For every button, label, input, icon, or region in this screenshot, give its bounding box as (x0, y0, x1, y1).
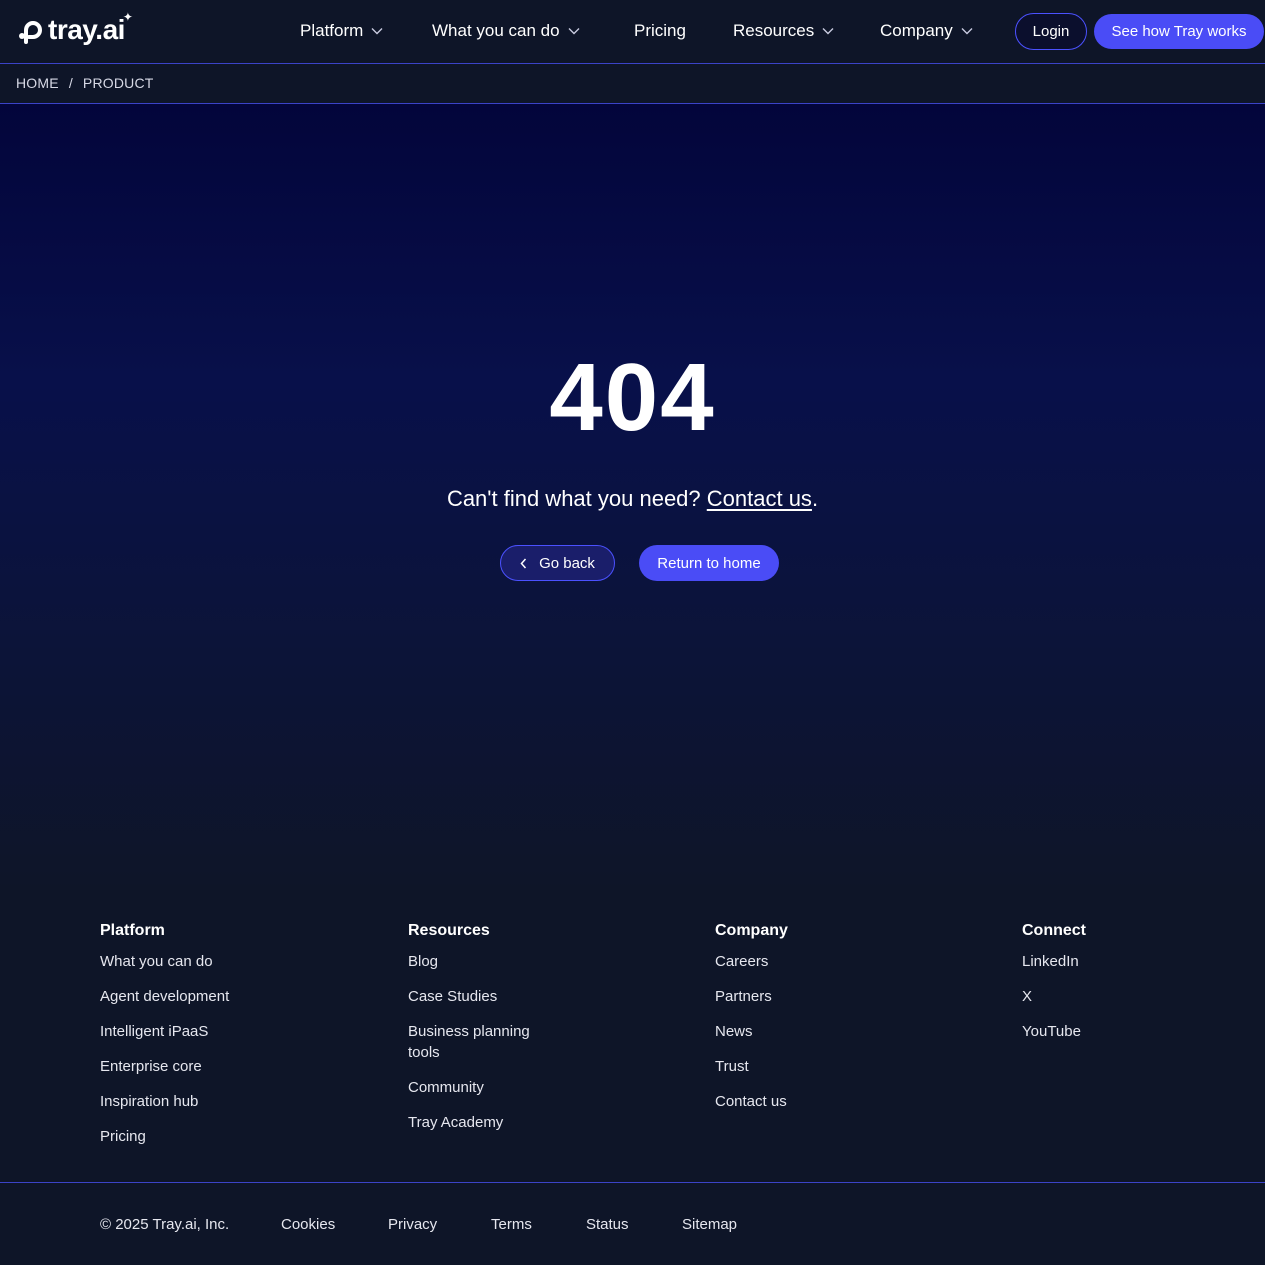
legal-bar: © 2025 Tray.ai, Inc. Cookies Privacy Ter… (0, 1182, 1265, 1265)
nav-resources[interactable]: Resources (733, 19, 834, 43)
breadcrumb-home[interactable]: HOME (16, 75, 59, 91)
legal-link-sitemap[interactable]: Sitemap (682, 1216, 737, 1233)
breadcrumb: HOME / PRODUCT (16, 75, 154, 91)
footer-column-company: Company Careers Partners News Trust Cont… (715, 922, 915, 1126)
error-message: Can't find what you need? Contact us. (0, 486, 1265, 512)
contact-us-link[interactable]: Contact us (707, 486, 812, 511)
footer-link[interactable]: LinkedIn (1022, 951, 1222, 972)
footer-column-connect: Connect LinkedIn X YouTube (1022, 922, 1222, 1056)
footer-link[interactable]: Partners (715, 986, 915, 1007)
error-message-text: Can't find what you need? (446, 486, 707, 511)
error-hero: 404 Can't find what you need? Contact us… (0, 104, 1265, 894)
chevron-left-icon (520, 558, 527, 568)
nav-what-you-can-do[interactable]: What you can do (432, 19, 580, 43)
footer-link[interactable]: Business planning tools (408, 1021, 558, 1063)
footer-column-title: Company (715, 922, 788, 939)
footer-link[interactable]: Inspiration hub (100, 1091, 300, 1112)
error-message-period: . (811, 486, 819, 511)
footer-link[interactable]: Trust (715, 1056, 915, 1077)
error-code: 404 (549, 344, 716, 451)
footer-link[interactable]: Pricing (100, 1126, 300, 1147)
legal-link-privacy[interactable]: Privacy (388, 1216, 437, 1233)
footer-link[interactable]: Tray Academy (408, 1112, 608, 1133)
nav-label: Resources (733, 21, 815, 40)
footer-link[interactable]: Case Studies (408, 986, 608, 1007)
breadcrumb-bar: HOME / PRODUCT (0, 64, 1265, 104)
footer-link[interactable]: Contact us (715, 1091, 915, 1112)
nav-label: Company (880, 21, 953, 40)
footer-link[interactable]: X (1022, 986, 1222, 1007)
tray-logo[interactable]: tray.ai ✦ (16, 10, 133, 48)
nav-label: Platform (300, 21, 364, 40)
sparkle-icon: ✦ (122, 10, 133, 24)
nav-company[interactable]: Company (880, 19, 973, 43)
see-how-tray-works-button[interactable]: See how Tray works (1094, 14, 1264, 49)
nav-label: What you can do (432, 21, 560, 40)
footer-column-resources: Resources Blog Case Studies Business pla… (408, 922, 608, 1147)
chevron-down-icon (961, 28, 973, 35)
footer-link[interactable]: Community (408, 1077, 608, 1098)
footer-link[interactable]: YouTube (1022, 1021, 1222, 1042)
footer-column-title: Connect (1022, 922, 1086, 939)
legal-link-cookies[interactable]: Cookies (281, 1216, 335, 1233)
footer-link[interactable]: Intelligent iPaaS (100, 1021, 300, 1042)
chevron-down-icon (568, 28, 580, 35)
footer-link[interactable]: What you can do (100, 951, 300, 972)
footer-column-title: Platform (100, 922, 165, 939)
nav-platform[interactable]: Platform (300, 19, 383, 43)
copyright-text: © 2025 Tray.ai, Inc. (100, 1216, 230, 1233)
footer-link[interactable]: Careers (715, 951, 915, 972)
legal-link-terms[interactable]: Terms (491, 1216, 532, 1233)
footer-link[interactable]: Agent development (100, 986, 300, 1007)
top-navigation-bar: tray.ai ✦ Platform What you can do Prici… (0, 0, 1265, 64)
go-back-label: Go back (539, 554, 595, 572)
legal-link-status[interactable]: Status (586, 1216, 629, 1233)
return-to-home-button[interactable]: Return to home (639, 545, 779, 581)
nav-label: Pricing (634, 21, 686, 40)
breadcrumb-separator: / (68, 75, 73, 91)
chevron-down-icon (371, 28, 383, 35)
chevron-down-icon (822, 28, 834, 35)
nav-pricing[interactable]: Pricing (634, 19, 686, 43)
footer-column-platform: Platform What you can do Agent developme… (100, 922, 300, 1161)
footer-column-title: Resources (408, 922, 490, 939)
footer-link[interactable]: Blog (408, 951, 608, 972)
footer-link[interactable]: Enterprise core (100, 1056, 300, 1077)
site-footer: Platform What you can do Agent developme… (0, 894, 1265, 1182)
footer-link[interactable]: News (715, 1021, 915, 1042)
tray-logo-icon (16, 16, 44, 46)
breadcrumb-current: PRODUCT (82, 75, 154, 91)
go-back-button[interactable]: Go back (500, 545, 615, 581)
logo-wordmark: tray.ai (48, 14, 125, 45)
login-button[interactable]: Login (1015, 13, 1087, 50)
